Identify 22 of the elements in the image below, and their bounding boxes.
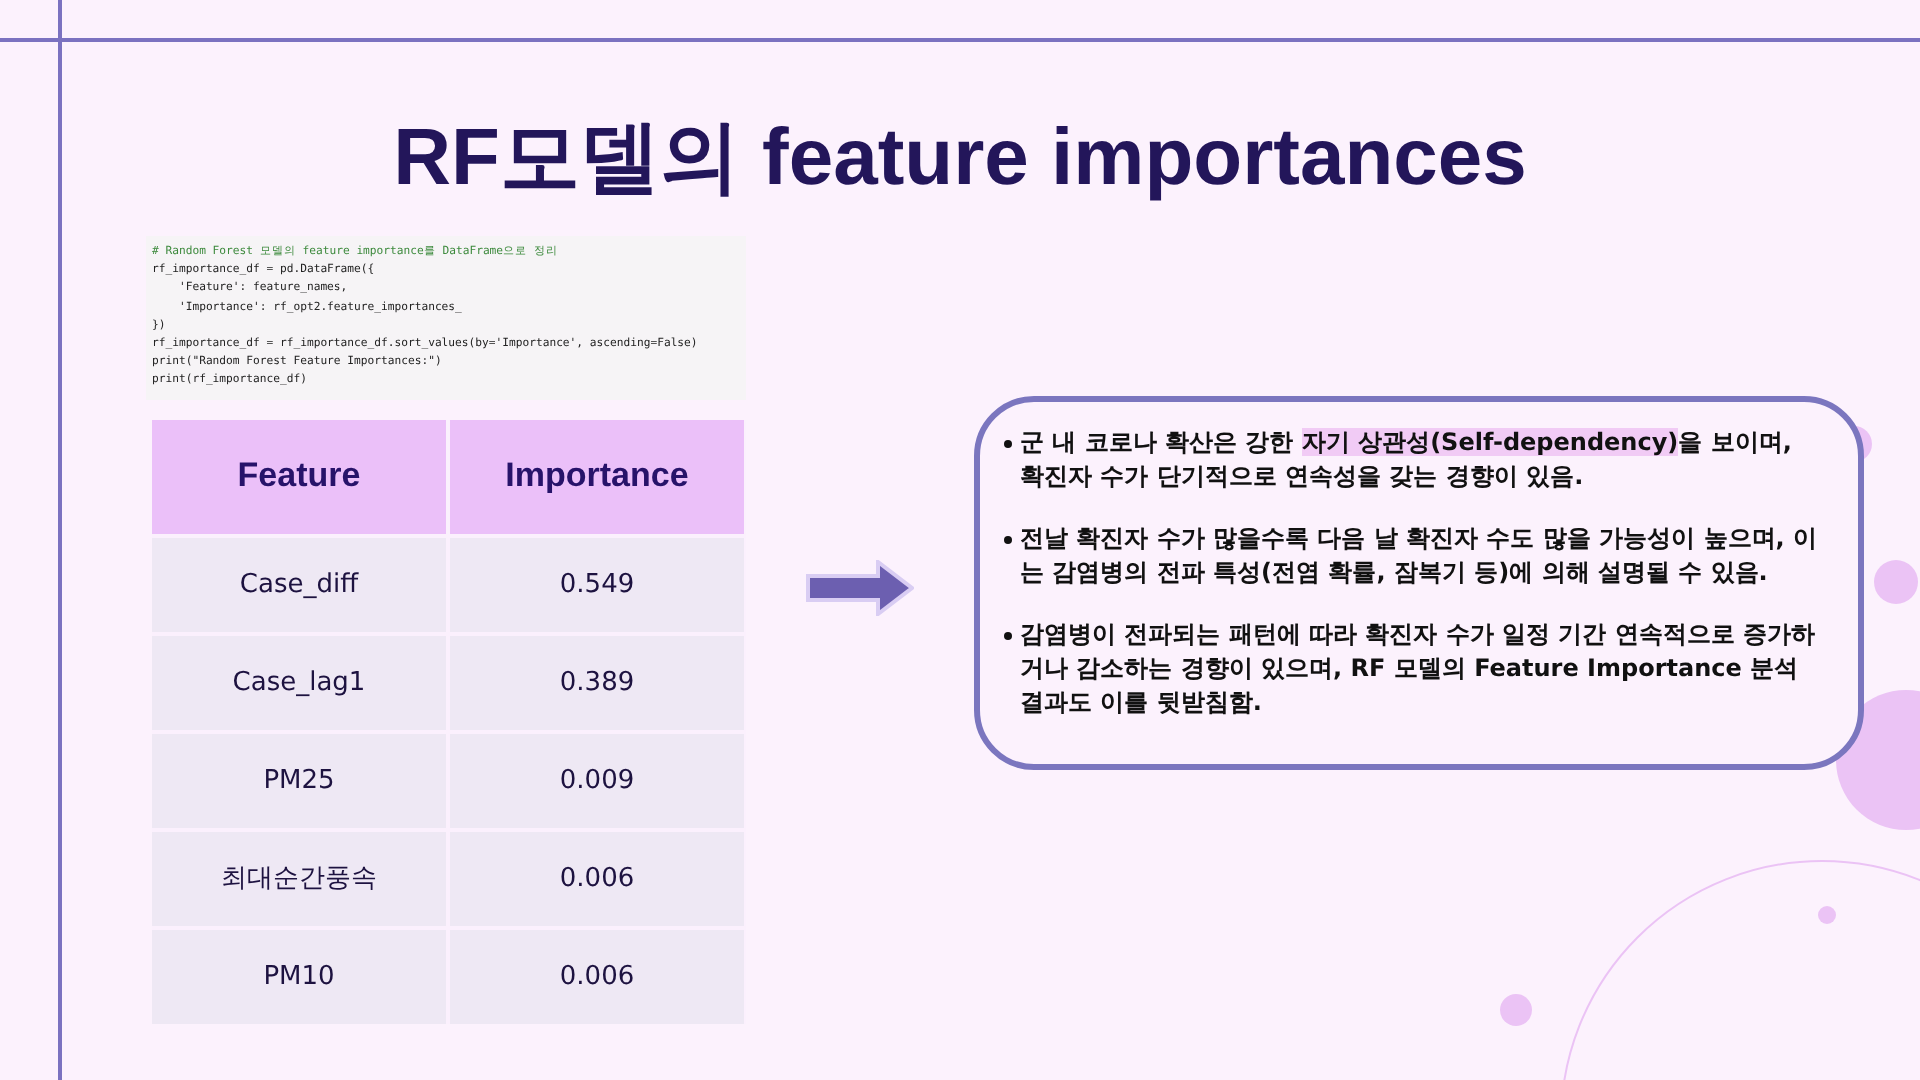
table-cell: 0.006 bbox=[450, 831, 744, 926]
bullet-text: 감염병이 전파되는 패턴에 따라 확진자 수가 일정 기간 연속적으로 증가하거나 감소하는 경향이 있으며, RF 모델의 Feature Importance 분석 결과도 이를 뒷받침함. bbox=[1020, 618, 1818, 720]
table-cell: 0.389 bbox=[450, 635, 744, 730]
table-cell: PM25 bbox=[152, 733, 446, 828]
bullet-icon bbox=[1004, 536, 1012, 544]
table-header-cell: Importance bbox=[450, 419, 744, 534]
bullet-icon bbox=[1004, 632, 1012, 640]
table-cell: Case_lag1 bbox=[152, 635, 446, 730]
bullet-text: 전날 확진자 수가 많을수록 다음 날 확진자 수도 많을 가능성이 높으며, 이는 감염병의 전파 특성(전염 확률, 잠복기 등)에 의해 설명될 수 있음. bbox=[1020, 522, 1820, 590]
bullet-icon bbox=[1004, 440, 1012, 448]
decorative-circle bbox=[1874, 560, 1918, 604]
decorative-circle bbox=[1500, 994, 1532, 1026]
table-cell: 0.006 bbox=[450, 929, 744, 1024]
table-cell: PM10 bbox=[152, 929, 446, 1024]
right-arrow-icon bbox=[806, 560, 914, 616]
table-cell: 최대순간풍속 bbox=[152, 831, 446, 926]
table-cell: 0.549 bbox=[450, 537, 744, 632]
slide-title: RF모델의 feature importances bbox=[391, 112, 1529, 206]
bullet-text: 군 내 코로나 확산은 강한 자기 상관성(Self-dependency)을 보이며, 확진자 수가 단기적으로 연속성을 갖는 경향이 있음. bbox=[1020, 426, 1794, 494]
table-cell: 0.009 bbox=[450, 733, 744, 828]
table-cell: Case_diff bbox=[152, 537, 446, 632]
table-header-cell: Feature bbox=[152, 419, 446, 534]
